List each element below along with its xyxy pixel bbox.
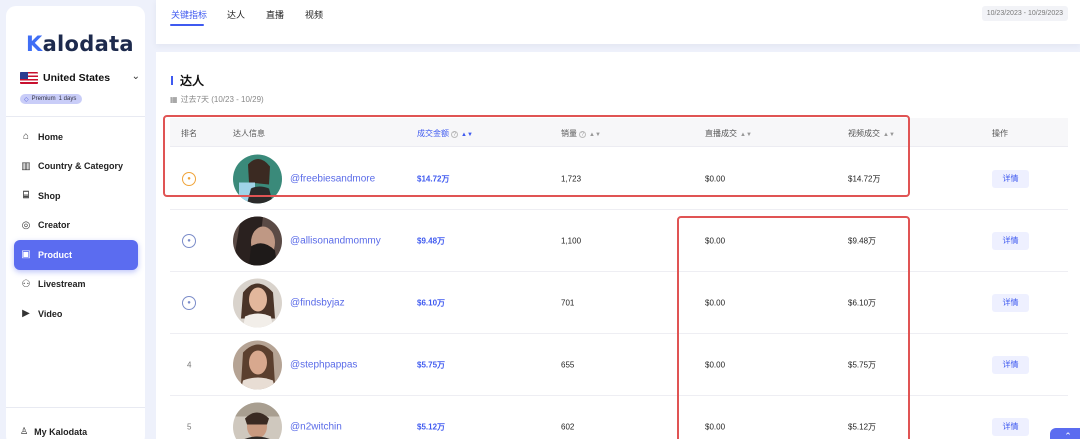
main-panel: 达人 ▦ 过去7天 (10/23 - 10/29) 排名 达人信息 成交金额? ▲… xyxy=(156,52,1080,439)
amount-value: $6.10万 xyxy=(417,298,446,307)
section-subtitle: ▦ 过去7天 (10/23 - 10/29) xyxy=(170,95,264,104)
highlight-box-live-video-columns xyxy=(677,216,910,439)
sidebar: Kalodata United States ⌄ ◇ Premium 1 day… xyxy=(6,6,145,439)
tab-creators[interactable]: 达人 xyxy=(227,8,245,21)
sidebar-item-product[interactable]: ▣ Product xyxy=(14,240,138,270)
floating-action-button[interactable]: ⌃ xyxy=(1050,428,1080,439)
avatar[interactable] xyxy=(233,278,282,327)
us-flag-icon xyxy=(20,72,38,84)
table-row: 5 @n2witchin $5.12万 602 $0.00 $5.12万 详情 xyxy=(170,396,1068,439)
creator-handle[interactable]: @allisonandmommy xyxy=(290,235,381,246)
sales-value: 602 xyxy=(561,422,575,431)
calendar-icon: ▦ xyxy=(170,95,178,104)
amount-value: $5.75万 xyxy=(417,360,446,369)
sidebar-item-creator[interactable]: ◎ Creator xyxy=(14,211,138,241)
diamond-icon: ◇ xyxy=(24,96,29,103)
country-selector[interactable]: United States ⌄ xyxy=(20,69,140,87)
creator-handle[interactable]: @findsbyjaz xyxy=(290,297,345,308)
date-range-picker[interactable]: 10/23/2023 - 10/29/2023 xyxy=(981,6,1068,21)
sidebar-item-shop[interactable]: ⌸ Shop xyxy=(14,181,138,211)
detail-button[interactable]: 详情 xyxy=(992,231,1029,250)
top-bar: 关键指标 达人 直播 视频 10/23/2023 - 10/29/2023 xyxy=(156,0,1080,44)
avatar[interactable] xyxy=(233,340,282,389)
active-tab-underline xyxy=(170,24,204,26)
avatar[interactable] xyxy=(233,402,282,439)
table-row: 4 @stephpappas $5.75万 655 $0.00 $5.75万 详… xyxy=(170,334,1068,396)
sales-value: 1,100 xyxy=(561,236,582,245)
silver-medal-icon: ● xyxy=(182,233,196,248)
detail-button[interactable]: 详情 xyxy=(992,169,1029,188)
chevron-down-icon: ⌄ xyxy=(131,71,140,82)
livestream-icon: ⚇ xyxy=(21,278,31,290)
detail-button[interactable]: 详情 xyxy=(992,293,1029,312)
premium-badge: ◇ Premium 1 days xyxy=(20,94,83,104)
avatar[interactable] xyxy=(233,216,282,265)
amount-value: $9.48万 xyxy=(417,236,446,245)
country-name: United States xyxy=(43,72,111,84)
sidebar-item-video[interactable]: ▶ Video xyxy=(14,299,138,329)
bronze-medal-icon: ● xyxy=(182,295,196,310)
kalodata-logo[interactable]: Kalodata xyxy=(26,32,134,56)
sales-value: 655 xyxy=(561,360,575,369)
my-kalodata-link[interactable]: ♙ My Kalodata xyxy=(20,426,87,437)
video-icon: ▶ xyxy=(22,308,30,320)
section-accent-bar xyxy=(171,76,173,85)
chevron-up-icon: ⌃ xyxy=(1064,431,1072,439)
creator-icon: ◎ xyxy=(21,219,31,231)
section-title: 达人 xyxy=(180,74,205,88)
detail-button[interactable]: 详情 xyxy=(992,355,1029,374)
tab-video[interactable]: 视频 xyxy=(305,8,323,21)
tab-key-metrics[interactable]: 关键指标 xyxy=(171,8,207,21)
sidebar-item-home[interactable]: ⌂ Home xyxy=(14,122,138,152)
amount-value: $5.12万 xyxy=(417,422,446,431)
home-icon: ⌂ xyxy=(22,131,30,143)
bank-icon: ▥ xyxy=(21,160,31,172)
sidebar-nav: ⌂ Home ▥ Country & Category ⌸ Shop ◎ Cre… xyxy=(14,122,138,329)
creator-handle[interactable]: @stephpappas xyxy=(290,359,357,370)
rank-number: 4 xyxy=(187,360,192,369)
table-row: ● @allisonandmommy $9.48万 1,100 $0.00 $9… xyxy=(170,210,1068,272)
sidebar-divider-bottom xyxy=(6,407,145,408)
detail-button[interactable]: 详情 xyxy=(992,417,1029,436)
sidebar-item-country-category[interactable]: ▥ Country & Category xyxy=(14,152,138,182)
shop-icon: ⌸ xyxy=(23,190,29,202)
creator-handle[interactable]: @n2witchin xyxy=(290,421,342,432)
sales-value: 701 xyxy=(561,298,575,307)
sidebar-item-livestream[interactable]: ⚇ Livestream xyxy=(14,270,138,300)
rank-number: 5 xyxy=(187,422,192,431)
user-icon: ♙ xyxy=(20,426,29,436)
sidebar-divider xyxy=(6,116,145,117)
tab-livestream[interactable]: 直播 xyxy=(266,8,284,21)
header-action: 操作 xyxy=(992,129,1008,138)
table-row: ● @findsbyjaz $6.10万 701 $0.00 $6.10万 详情 xyxy=(170,272,1068,334)
product-icon: ▣ xyxy=(21,249,31,261)
highlight-box-top-creator xyxy=(163,115,910,197)
